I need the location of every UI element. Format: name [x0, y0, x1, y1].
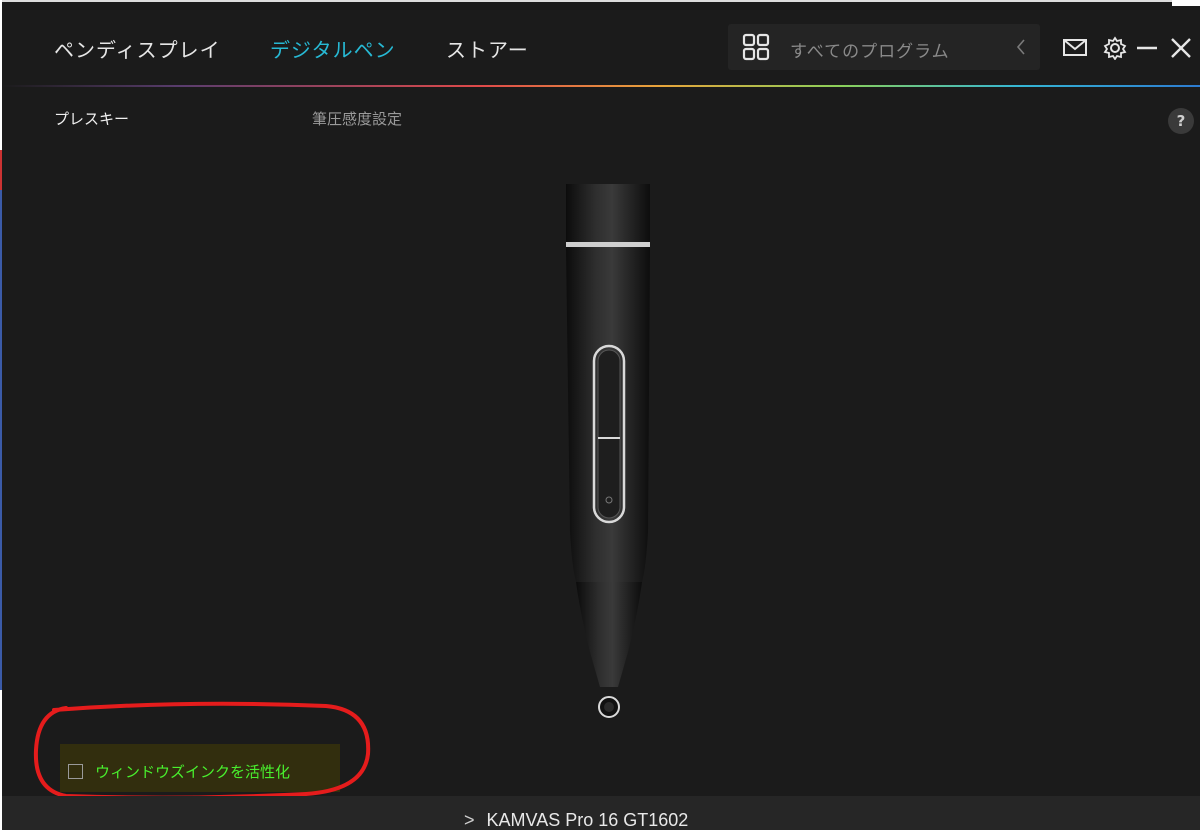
- help-icon[interactable]: ?: [1168, 108, 1194, 134]
- nav-divider: [2, 85, 1200, 87]
- window-edge: [1172, 0, 1200, 6]
- program-selector[interactable]: すべてのプログラム: [728, 24, 1040, 70]
- device-bar: > KAMVAS Pro 16 GT1602: [2, 796, 1200, 830]
- digital-pen-image: [566, 184, 650, 718]
- windows-ink-label: ウィンドウズインクを活性化: [95, 762, 291, 781]
- tab-store[interactable]: ストアー: [446, 34, 529, 63]
- subtab-press-keys[interactable]: プレスキー: [54, 108, 129, 129]
- chevron-left-icon[interactable]: [1016, 38, 1026, 56]
- tab-pen-display[interactable]: ペンディスプレイ: [54, 34, 221, 63]
- close-icon[interactable]: [1168, 36, 1194, 60]
- minimize-icon[interactable]: [1134, 36, 1160, 60]
- app-window: ペンディスプレイ デジタルペン ストアー すべてのプログラム プレスキー 筆圧感…: [2, 0, 1200, 830]
- device-name: KAMVAS Pro 16 GT1602: [486, 810, 689, 830]
- subtab-pressure-sensitivity[interactable]: 筆圧感度設定: [312, 108, 402, 129]
- program-selector-label: すべてのプログラム: [790, 42, 950, 62]
- top-nav: ペンディスプレイ デジタルペン ストアー すべてのプログラム: [2, 2, 1200, 87]
- gear-icon[interactable]: [1102, 36, 1128, 60]
- mail-icon[interactable]: [1062, 36, 1088, 60]
- tab-digital-pen[interactable]: デジタルペン: [270, 34, 396, 63]
- chevron-right-icon: >: [464, 810, 475, 830]
- windows-ink-checkbox[interactable]: [68, 763, 83, 779]
- windows-ink-option[interactable]: ウィンドウズインクを活性化: [68, 760, 290, 782]
- device-selector[interactable]: > KAMVAS Pro 16 GT1602: [464, 810, 688, 830]
- grid-icon: [742, 33, 770, 61]
